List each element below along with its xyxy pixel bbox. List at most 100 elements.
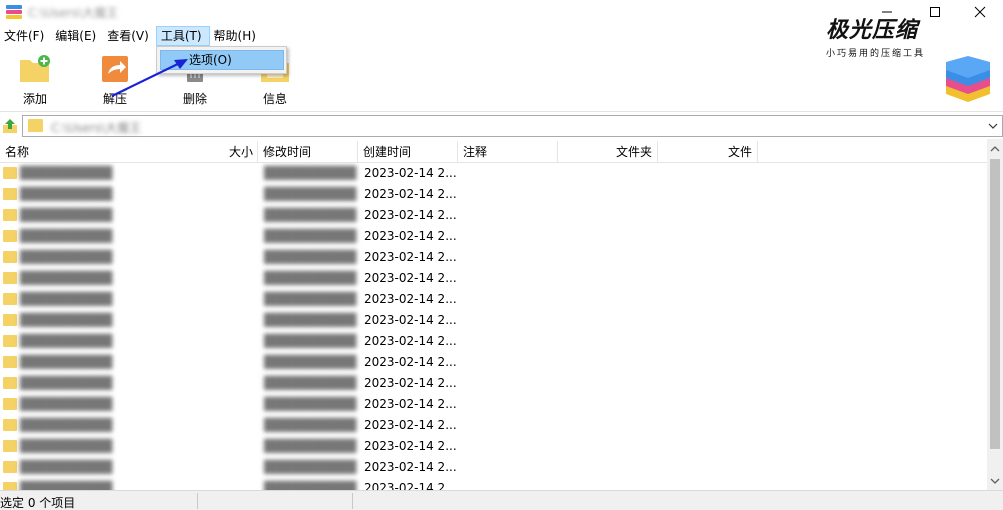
row-created: 2023-02-14 2... (364, 250, 457, 264)
row-created: 2023-02-14 2... (364, 481, 457, 490)
extract-button[interactable]: 解压 (85, 54, 145, 107)
table-row[interactable]: ██████████ ██████████ 2023-02-14 2... (0, 352, 987, 373)
row-modified: ██████████ (264, 271, 357, 285)
row-name: ██████████ (20, 229, 113, 243)
menu-edit[interactable]: 编辑(E) (51, 26, 103, 46)
folder-icon (3, 188, 17, 200)
menu-item-options[interactable]: 选项(O) (160, 50, 284, 70)
column-folders[interactable]: 文件夹 (558, 141, 658, 163)
row-name: ██████████ (20, 397, 113, 411)
row-created: 2023-02-14 2... (364, 313, 457, 327)
extract-label: 解压 (102, 92, 127, 106)
row-created: 2023-02-14 2... (364, 187, 457, 201)
folder-icon (3, 440, 17, 452)
row-name: ██████████ (20, 376, 113, 390)
column-folders-label: 文件夹 (615, 145, 652, 159)
file-list: ██████████ ██████████ 2023-02-14 2... █████… (0, 163, 987, 490)
menu-file[interactable]: 文件(F) (0, 26, 51, 46)
column-files[interactable]: 文件 (658, 141, 758, 163)
table-row[interactable]: ██████████ ██████████ 2023-02-14 2... (0, 163, 987, 184)
row-modified: ██████████ (264, 313, 357, 327)
table-row[interactable]: ██████████ ██████████ 2023-02-14 2... (0, 394, 987, 415)
folder-icon (3, 419, 17, 431)
row-modified: ██████████ (264, 376, 357, 390)
row-modified: ██████████ (264, 397, 357, 411)
folder-icon (3, 314, 17, 326)
row-created: 2023-02-14 2... (364, 229, 457, 243)
chevron-down-icon[interactable] (987, 120, 999, 132)
folder-icon (3, 482, 17, 490)
column-comment-label: 注释 (463, 145, 488, 159)
menu-view[interactable]: 查看(V) (103, 26, 156, 46)
table-row[interactable]: ██████████ ██████████ 2023-02-14 2... (0, 478, 987, 490)
row-created: 2023-02-14 2... (364, 166, 457, 180)
row-name: ██████████ (20, 250, 113, 264)
row-created: 2023-02-14 2... (364, 271, 457, 285)
column-modified[interactable]: 修改时间 (258, 141, 358, 163)
column-created[interactable]: 创建时间 (358, 141, 458, 163)
status-divider (352, 493, 353, 509)
row-name: ██████████ (20, 166, 113, 180)
close-button[interactable] (957, 0, 1003, 24)
column-comment[interactable]: 注释 (458, 141, 558, 163)
table-row[interactable]: ██████████ ██████████ 2023-02-14 2... (0, 205, 987, 226)
main-window: C:\Users\大魔王 文件(F) 编辑(E) 查看(V) 工具(T) 帮助(… (0, 0, 1003, 510)
column-files-label: 文件 (727, 145, 752, 159)
row-modified: ██████████ (264, 292, 357, 306)
row-modified: ██████████ (264, 187, 357, 201)
table-row[interactable]: ██████████ ██████████ 2023-02-14 2... (0, 184, 987, 205)
column-created-label: 创建时间 (363, 145, 412, 159)
brand-name: 极光压缩 (826, 18, 919, 43)
column-modified-label: 修改时间 (263, 145, 312, 159)
column-size[interactable]: 大小 (158, 141, 258, 163)
folder-icon (3, 293, 17, 305)
table-row[interactable]: ██████████ ██████████ 2023-02-14 2... (0, 226, 987, 247)
folder-icon (3, 251, 17, 263)
row-modified: ██████████ (264, 439, 357, 453)
folder-icon (3, 356, 17, 368)
table-row[interactable]: ██████████ ██████████ 2023-02-14 2... (0, 457, 987, 478)
row-created: 2023-02-14 2... (364, 418, 457, 432)
row-modified: ██████████ (264, 166, 357, 180)
table-row[interactable]: ██████████ ██████████ 2023-02-14 2... (0, 247, 987, 268)
column-name-label: 名称 (5, 145, 30, 159)
folder-icon (3, 377, 17, 389)
brand-slogan: 小巧易用的压缩工具 (826, 49, 926, 59)
address-bar: C:\Users\大魔王 (0, 114, 1003, 138)
status-divider (197, 493, 198, 509)
brand-logo-icon (942, 56, 994, 102)
row-modified: ██████████ (264, 460, 357, 474)
row-modified: ██████████ (264, 481, 357, 490)
table-row[interactable]: ██████████ ██████████ 2023-02-14 2... (0, 331, 987, 352)
app-icon (6, 5, 22, 19)
scroll-up-icon[interactable] (987, 141, 1003, 157)
row-created: 2023-02-14 2... (364, 208, 457, 222)
row-modified: ██████████ (264, 355, 357, 369)
close-icon (974, 6, 986, 18)
row-created: 2023-02-14 2... (364, 397, 457, 411)
status-text: 选定 0 个项目 (0, 496, 76, 510)
row-name: ██████████ (20, 439, 113, 453)
add-label: 添加 (22, 92, 47, 106)
table-row[interactable]: ██████████ ██████████ 2023-02-14 2... (0, 415, 987, 436)
up-arrow-icon[interactable] (2, 118, 18, 134)
table-row[interactable]: ██████████ ██████████ 2023-02-14 2... (0, 289, 987, 310)
row-created: 2023-02-14 2... (364, 334, 457, 348)
table-row[interactable]: ██████████ ██████████ 2023-02-14 2... (0, 436, 987, 457)
add-button[interactable]: 添加 (5, 54, 65, 107)
menu-tools[interactable]: 工具(T) (155, 26, 210, 46)
vertical-scrollbar[interactable] (987, 139, 1003, 490)
table-row[interactable]: ██████████ ██████████ 2023-02-14 2... (0, 310, 987, 331)
folder-plus-icon (19, 54, 51, 84)
menu-bar: 文件(F) 编辑(E) 查看(V) 工具(T) 帮助(H) (0, 26, 263, 46)
list-header: 名称 大小 修改时间 创建时间 注释 文件夹 文件 (0, 141, 987, 163)
row-modified: ██████████ (264, 250, 357, 264)
address-input[interactable]: C:\Users\大魔王 (22, 115, 1003, 137)
scrollbar-thumb[interactable] (990, 159, 1000, 449)
row-created: 2023-02-14 2... (364, 355, 457, 369)
table-row[interactable]: ██████████ ██████████ 2023-02-14 2... (0, 268, 987, 289)
folder-icon (3, 461, 17, 473)
menu-help[interactable]: 帮助(H) (210, 26, 263, 46)
table-row[interactable]: ██████████ ██████████ 2023-02-14 2... (0, 373, 987, 394)
scroll-down-icon[interactable] (987, 473, 1003, 489)
